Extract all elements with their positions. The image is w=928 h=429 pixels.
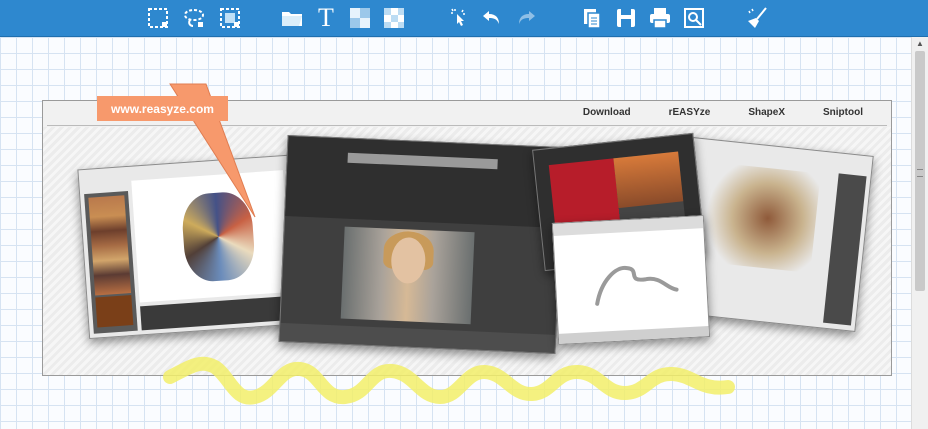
clear-broom-icon[interactable] xyxy=(744,4,772,32)
open-folder-icon[interactable] xyxy=(278,4,306,32)
nav-shapex: ShapeX xyxy=(748,107,785,118)
drawing-canvas[interactable]: Download rEASYze ShapeX Sniptool www.rea… xyxy=(0,37,912,429)
rect-select-icon[interactable] xyxy=(144,4,172,32)
redo-icon[interactable] xyxy=(512,4,540,32)
magic-pointer-icon[interactable] xyxy=(446,4,474,32)
callout-label[interactable]: www.reasyze.com xyxy=(97,96,228,121)
nav-download: Download xyxy=(582,107,631,118)
snapshot-divider xyxy=(47,125,887,126)
scroll-thumb[interactable] xyxy=(915,51,925,291)
copy-icon[interactable] xyxy=(578,4,606,32)
preview-icon[interactable] xyxy=(680,4,708,32)
scroll-grip-icon xyxy=(917,169,923,177)
undo-icon[interactable] xyxy=(478,4,506,32)
vertical-scrollbar[interactable]: ▲ xyxy=(911,37,928,429)
photo-editor-screenshot xyxy=(278,135,565,354)
lasso-select-icon[interactable] xyxy=(180,4,208,32)
top-toolbar: T xyxy=(0,0,928,37)
blur-icon[interactable] xyxy=(380,4,408,32)
sketch-app-screenshot xyxy=(551,215,711,345)
text-tool-icon[interactable]: T xyxy=(312,4,340,32)
captured-screenshot[interactable]: Download rEASYze ShapeX Sniptool xyxy=(42,100,892,376)
save-icon[interactable] xyxy=(612,4,640,32)
print-icon[interactable] xyxy=(646,4,674,32)
pixelate-icon[interactable] xyxy=(346,4,374,32)
snapshot-nav: Download rEASYze ShapeX Sniptool xyxy=(583,107,863,118)
nav-sniptool: Sniptool xyxy=(823,107,863,118)
nav-reasyze: rEASYze xyxy=(668,107,711,118)
scroll-up-arrow-icon[interactable]: ▲ xyxy=(912,37,928,51)
window-select-icon[interactable] xyxy=(216,4,244,32)
